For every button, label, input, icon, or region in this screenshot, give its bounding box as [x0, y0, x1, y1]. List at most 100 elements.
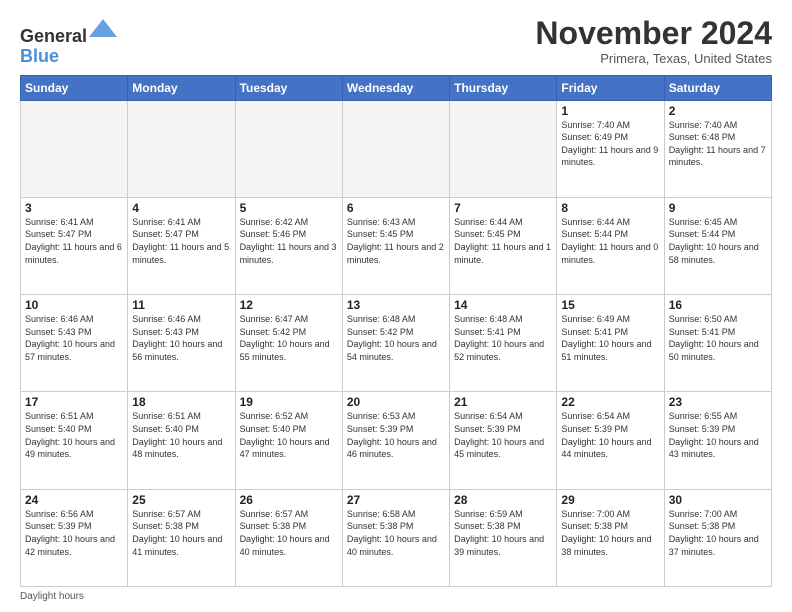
- day-number: 19: [240, 395, 338, 409]
- day-info: Sunrise: 6:54 AM Sunset: 5:39 PM Dayligh…: [561, 410, 659, 460]
- day-number: 12: [240, 298, 338, 312]
- week-row-0: 1Sunrise: 7:40 AM Sunset: 6:49 PM Daylig…: [21, 100, 772, 197]
- day-info: Sunrise: 6:53 AM Sunset: 5:39 PM Dayligh…: [347, 410, 445, 460]
- day-info: Sunrise: 6:57 AM Sunset: 5:38 PM Dayligh…: [132, 508, 230, 558]
- day-number: 10: [25, 298, 123, 312]
- month-title: November 2024: [535, 16, 772, 51]
- day-number: 8: [561, 201, 659, 215]
- day-info: Sunrise: 6:46 AM Sunset: 5:43 PM Dayligh…: [25, 313, 123, 363]
- day-number: 18: [132, 395, 230, 409]
- day-info: Sunrise: 6:54 AM Sunset: 5:39 PM Dayligh…: [454, 410, 552, 460]
- calendar-cell: 28Sunrise: 6:59 AM Sunset: 5:38 PM Dayli…: [450, 489, 557, 586]
- calendar-cell: [21, 100, 128, 197]
- day-number: 3: [25, 201, 123, 215]
- calendar-cell: 13Sunrise: 6:48 AM Sunset: 5:42 PM Dayli…: [342, 295, 449, 392]
- day-number: 4: [132, 201, 230, 215]
- day-number: 7: [454, 201, 552, 215]
- calendar-cell: 23Sunrise: 6:55 AM Sunset: 5:39 PM Dayli…: [664, 392, 771, 489]
- day-number: 17: [25, 395, 123, 409]
- day-info: Sunrise: 6:50 AM Sunset: 5:41 PM Dayligh…: [669, 313, 767, 363]
- calendar-cell: 24Sunrise: 6:56 AM Sunset: 5:39 PM Dayli…: [21, 489, 128, 586]
- day-info: Sunrise: 6:47 AM Sunset: 5:42 PM Dayligh…: [240, 313, 338, 363]
- day-number: 15: [561, 298, 659, 312]
- calendar-cell: 25Sunrise: 6:57 AM Sunset: 5:38 PM Dayli…: [128, 489, 235, 586]
- day-info: Sunrise: 6:48 AM Sunset: 5:41 PM Dayligh…: [454, 313, 552, 363]
- calendar-cell: [128, 100, 235, 197]
- day-number: 25: [132, 493, 230, 507]
- calendar-cell: [235, 100, 342, 197]
- calendar-cell: 17Sunrise: 6:51 AM Sunset: 5:40 PM Dayli…: [21, 392, 128, 489]
- calendar-cell: 29Sunrise: 7:00 AM Sunset: 5:38 PM Dayli…: [557, 489, 664, 586]
- day-info: Sunrise: 6:51 AM Sunset: 5:40 PM Dayligh…: [25, 410, 123, 460]
- calendar-cell: 22Sunrise: 6:54 AM Sunset: 5:39 PM Dayli…: [557, 392, 664, 489]
- day-info: Sunrise: 6:44 AM Sunset: 5:44 PM Dayligh…: [561, 216, 659, 266]
- calendar-cell: 9Sunrise: 6:45 AM Sunset: 5:44 PM Daylig…: [664, 197, 771, 294]
- page: General Blue November 2024 Primera, Texa…: [0, 0, 792, 612]
- day-number: 1: [561, 104, 659, 118]
- day-number: 28: [454, 493, 552, 507]
- day-info: Sunrise: 7:00 AM Sunset: 5:38 PM Dayligh…: [561, 508, 659, 558]
- calendar-cell: 2Sunrise: 7:40 AM Sunset: 6:48 PM Daylig…: [664, 100, 771, 197]
- weekday-header-saturday: Saturday: [664, 75, 771, 100]
- calendar-cell: 18Sunrise: 6:51 AM Sunset: 5:40 PM Dayli…: [128, 392, 235, 489]
- calendar-table: SundayMondayTuesdayWednesdayThursdayFrid…: [20, 75, 772, 587]
- day-number: 29: [561, 493, 659, 507]
- calendar-cell: 5Sunrise: 6:42 AM Sunset: 5:46 PM Daylig…: [235, 197, 342, 294]
- day-info: Sunrise: 6:52 AM Sunset: 5:40 PM Dayligh…: [240, 410, 338, 460]
- week-row-2: 10Sunrise: 6:46 AM Sunset: 5:43 PM Dayli…: [21, 295, 772, 392]
- day-info: Sunrise: 6:58 AM Sunset: 5:38 PM Dayligh…: [347, 508, 445, 558]
- calendar-cell: 7Sunrise: 6:44 AM Sunset: 5:45 PM Daylig…: [450, 197, 557, 294]
- day-number: 30: [669, 493, 767, 507]
- calendar-cell: 16Sunrise: 6:50 AM Sunset: 5:41 PM Dayli…: [664, 295, 771, 392]
- calendar-cell: 20Sunrise: 6:53 AM Sunset: 5:39 PM Dayli…: [342, 392, 449, 489]
- day-number: 11: [132, 298, 230, 312]
- day-number: 27: [347, 493, 445, 507]
- day-info: Sunrise: 6:42 AM Sunset: 5:46 PM Dayligh…: [240, 216, 338, 266]
- day-number: 13: [347, 298, 445, 312]
- logo-text: General: [20, 20, 117, 47]
- calendar-cell: 1Sunrise: 7:40 AM Sunset: 6:49 PM Daylig…: [557, 100, 664, 197]
- calendar-cell: 8Sunrise: 6:44 AM Sunset: 5:44 PM Daylig…: [557, 197, 664, 294]
- logo: General Blue: [20, 20, 117, 67]
- calendar-cell: 26Sunrise: 6:57 AM Sunset: 5:38 PM Dayli…: [235, 489, 342, 586]
- day-info: Sunrise: 6:44 AM Sunset: 5:45 PM Dayligh…: [454, 216, 552, 266]
- day-number: 24: [25, 493, 123, 507]
- day-info: Sunrise: 6:49 AM Sunset: 5:41 PM Dayligh…: [561, 313, 659, 363]
- day-number: 22: [561, 395, 659, 409]
- location: Primera, Texas, United States: [535, 51, 772, 66]
- calendar-cell: [342, 100, 449, 197]
- day-info: Sunrise: 6:43 AM Sunset: 5:45 PM Dayligh…: [347, 216, 445, 266]
- calendar-cell: 15Sunrise: 6:49 AM Sunset: 5:41 PM Dayli…: [557, 295, 664, 392]
- day-info: Sunrise: 6:55 AM Sunset: 5:39 PM Dayligh…: [669, 410, 767, 460]
- day-number: 14: [454, 298, 552, 312]
- calendar-cell: 10Sunrise: 6:46 AM Sunset: 5:43 PM Dayli…: [21, 295, 128, 392]
- weekday-header-monday: Monday: [128, 75, 235, 100]
- day-info: Sunrise: 7:40 AM Sunset: 6:49 PM Dayligh…: [561, 119, 659, 169]
- week-row-3: 17Sunrise: 6:51 AM Sunset: 5:40 PM Dayli…: [21, 392, 772, 489]
- calendar-cell: 30Sunrise: 7:00 AM Sunset: 5:38 PM Dayli…: [664, 489, 771, 586]
- day-number: 9: [669, 201, 767, 215]
- calendar-cell: 21Sunrise: 6:54 AM Sunset: 5:39 PM Dayli…: [450, 392, 557, 489]
- day-info: Sunrise: 7:00 AM Sunset: 5:38 PM Dayligh…: [669, 508, 767, 558]
- day-info: Sunrise: 6:56 AM Sunset: 5:39 PM Dayligh…: [25, 508, 123, 558]
- calendar-cell: 12Sunrise: 6:47 AM Sunset: 5:42 PM Dayli…: [235, 295, 342, 392]
- weekday-header-tuesday: Tuesday: [235, 75, 342, 100]
- weekday-header-wednesday: Wednesday: [342, 75, 449, 100]
- day-info: Sunrise: 6:57 AM Sunset: 5:38 PM Dayligh…: [240, 508, 338, 558]
- calendar-cell: 3Sunrise: 6:41 AM Sunset: 5:47 PM Daylig…: [21, 197, 128, 294]
- week-row-4: 24Sunrise: 6:56 AM Sunset: 5:39 PM Dayli…: [21, 489, 772, 586]
- calendar-cell: 4Sunrise: 6:41 AM Sunset: 5:47 PM Daylig…: [128, 197, 235, 294]
- day-number: 26: [240, 493, 338, 507]
- calendar-cell: 11Sunrise: 6:46 AM Sunset: 5:43 PM Dayli…: [128, 295, 235, 392]
- day-info: Sunrise: 6:41 AM Sunset: 5:47 PM Dayligh…: [132, 216, 230, 266]
- calendar-cell: 27Sunrise: 6:58 AM Sunset: 5:38 PM Dayli…: [342, 489, 449, 586]
- day-number: 6: [347, 201, 445, 215]
- day-number: 20: [347, 395, 445, 409]
- title-block: November 2024 Primera, Texas, United Sta…: [535, 16, 772, 66]
- header: General Blue November 2024 Primera, Texa…: [20, 16, 772, 67]
- calendar-cell: [450, 100, 557, 197]
- weekday-header-thursday: Thursday: [450, 75, 557, 100]
- day-info: Sunrise: 6:48 AM Sunset: 5:42 PM Dayligh…: [347, 313, 445, 363]
- day-info: Sunrise: 7:40 AM Sunset: 6:48 PM Dayligh…: [669, 119, 767, 169]
- weekday-header-friday: Friday: [557, 75, 664, 100]
